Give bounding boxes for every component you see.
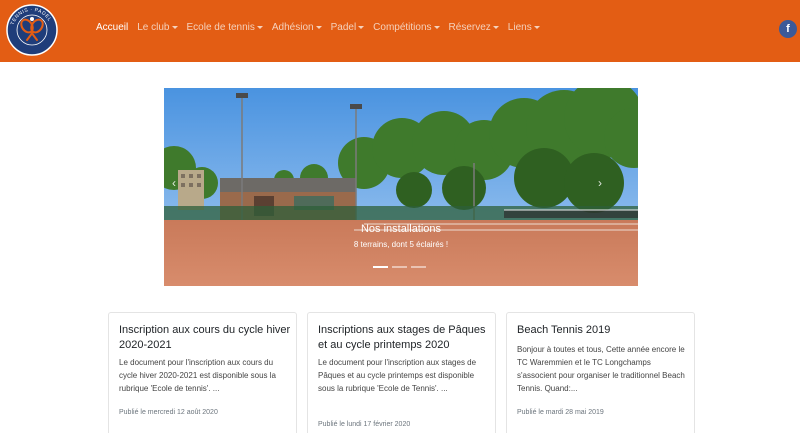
news-card-title[interactable]: Inscriptions aux stages de Pâques et au … [318, 323, 490, 353]
nav-item-label: Accueil [96, 22, 129, 33]
nav-item-label: Réservez [448, 22, 491, 33]
nav-item-ecole-de-tennis[interactable]: Ecole de tennis [187, 22, 263, 33]
caret-down-icon [358, 26, 365, 29]
nav-item-label: Liens [507, 22, 532, 33]
news-card-title[interactable]: Beach Tennis 2019 [517, 323, 689, 338]
nav-item-adhesion[interactable]: Adhésion [272, 22, 322, 33]
nav-item-label: Le club [137, 22, 170, 33]
nav-item-le-club[interactable]: Le club [137, 22, 178, 33]
nav-item-liens[interactable]: Liens [508, 22, 540, 33]
caret-down-icon [533, 26, 540, 29]
caret-down-icon [315, 26, 322, 29]
nav-item-label: Adhésion [271, 22, 314, 33]
navbar: TENNIS · PADEL Accueil Le club Ecole de … [0, 0, 800, 62]
news-card[interactable]: Inscription aux cours du cycle hiver 202… [108, 312, 297, 433]
news-card[interactable]: Beach Tennis 2019 Bonjour à toutes et to… [506, 312, 695, 433]
news-card-date: Publié le mercredi 12 août 2020 [119, 409, 218, 416]
carousel-caption-subtitle: 8 terrains, dont 5 éclairés ! [353, 240, 449, 249]
carousel-indicator[interactable] [411, 266, 426, 268]
carousel-indicator[interactable] [373, 266, 388, 268]
caret-down-icon [171, 26, 178, 29]
news-card-title[interactable]: Inscription aux cours du cycle hiver 202… [119, 323, 291, 353]
hero-carousel: Nos installations 8 terrains, dont 5 écl… [164, 88, 638, 286]
carousel-next-icon[interactable]: › [598, 176, 602, 190]
caret-down-icon [433, 26, 440, 29]
news-card-date: Publié le mardi 28 mai 2019 [517, 409, 604, 416]
carousel-indicator[interactable] [392, 266, 407, 268]
main-nav: Accueil Le club Ecole de tennis Adhésion… [96, 22, 549, 33]
nav-item-competitions[interactable]: Compétitions [373, 22, 440, 33]
nav-item-label: Compétitions [373, 22, 432, 33]
facebook-icon[interactable]: f [779, 20, 797, 38]
nav-item-label: Ecole de tennis [186, 22, 255, 33]
carousel-indicators [373, 266, 426, 268]
news-card-text: Le document pour l'inscription aux stage… [318, 358, 477, 393]
news-card-date: Publié le lundi 17 février 2020 [318, 421, 411, 428]
news-card-text: Le document pour l'inscription aux cours… [119, 358, 276, 393]
club-logo[interactable]: TENNIS · PADEL [6, 4, 58, 56]
carousel-prev-icon[interactable]: ‹ [172, 176, 176, 190]
caret-down-icon [256, 26, 263, 29]
caret-down-icon [492, 26, 499, 29]
nav-item-reservez[interactable]: Réservez [449, 22, 499, 33]
carousel-slide-image [164, 88, 638, 286]
nav-item-label: Padel [330, 22, 357, 33]
nav-item-accueil[interactable]: Accueil [96, 22, 128, 33]
news-card[interactable]: Inscriptions aux stages de Pâques et au … [307, 312, 496, 433]
carousel-caption-title: Nos installations [360, 223, 442, 235]
nav-item-padel[interactable]: Padel [331, 22, 365, 33]
news-card-text: Bonjour à toutes et tous, Cette année en… [517, 345, 685, 393]
